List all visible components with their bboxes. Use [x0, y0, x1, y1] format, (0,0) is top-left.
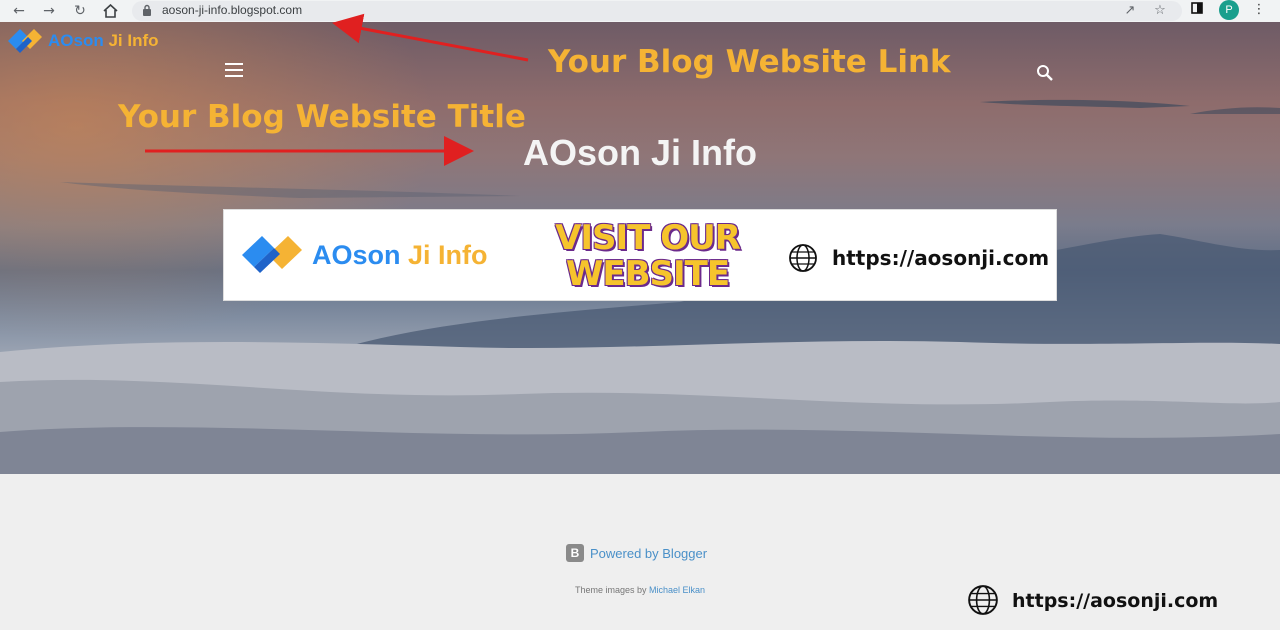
search-icon[interactable] [1036, 64, 1054, 82]
side-panel-icon[interactable] [1189, 2, 1205, 18]
logo-mark-icon [242, 236, 302, 273]
visit-line-2: WEBSITE [565, 254, 730, 294]
promo-banner[interactable]: AOson Ji Info VISIT OUR WEBSITE https://… [223, 209, 1057, 301]
reload-icon[interactable]: ↻ [71, 2, 89, 20]
powered-by-blogger[interactable]: B Powered by Blogger [566, 544, 707, 562]
theme-credit-prefix: Theme images by [574, 585, 647, 595]
page-footer: B Powered by Blogger Theme images by Mic… [0, 474, 1280, 630]
star-icon[interactable]: ☆ [1152, 3, 1168, 19]
banner-logo-part2: Ji Info [408, 239, 488, 270]
blog-title[interactable]: AOson Ji Info [0, 132, 1280, 174]
logo-text-part1: AOson [48, 31, 104, 50]
site-logo[interactable]: AOson Ji Info [6, 26, 159, 56]
globe-icon [968, 585, 998, 615]
profile-avatar[interactable]: P [1219, 0, 1239, 20]
logo-mark-icon [8, 29, 42, 53]
share-icon[interactable]: ↗ [1122, 3, 1138, 19]
visit-website-graphic: VISIT OUR WEBSITE [540, 220, 755, 292]
corner-url[interactable]: https://aosonji.com [1012, 590, 1218, 612]
browser-toolbar: ← → ↻ aoson-ji-info.blogspot.com ↗ ☆ P ⋮ [0, 0, 1280, 22]
lock-icon [143, 4, 151, 16]
powered-by-text: Powered by Blogger [590, 545, 708, 561]
annotation-link-label: Your Blog Website Link [548, 44, 951, 80]
forward-icon[interactable]: → [40, 2, 58, 20]
annotation-title-label: Your Blog Website Title [118, 99, 526, 135]
banner-logo-part1: AOson [312, 239, 401, 270]
back-icon[interactable]: ← [10, 2, 28, 20]
globe-icon [789, 244, 817, 272]
banner-logo: AOson Ji Info [240, 232, 488, 278]
logo-text-part2: Ji Info [108, 31, 159, 50]
blogger-icon: B [566, 544, 584, 562]
visit-line-1: VISIT OUR [555, 218, 741, 258]
theme-author-link[interactable]: Michael Elkan [649, 585, 705, 595]
hamburger-menu-icon[interactable] [225, 63, 243, 77]
menu-kebab-icon[interactable]: ⋮ [1251, 2, 1267, 18]
home-icon[interactable] [101, 2, 119, 20]
banner-url[interactable]: https://aosonji.com [832, 246, 1049, 270]
address-bar[interactable]: aoson-ji-info.blogspot.com ↗ ☆ [132, 1, 1182, 21]
url-text: aoson-ji-info.blogspot.com [162, 3, 303, 17]
